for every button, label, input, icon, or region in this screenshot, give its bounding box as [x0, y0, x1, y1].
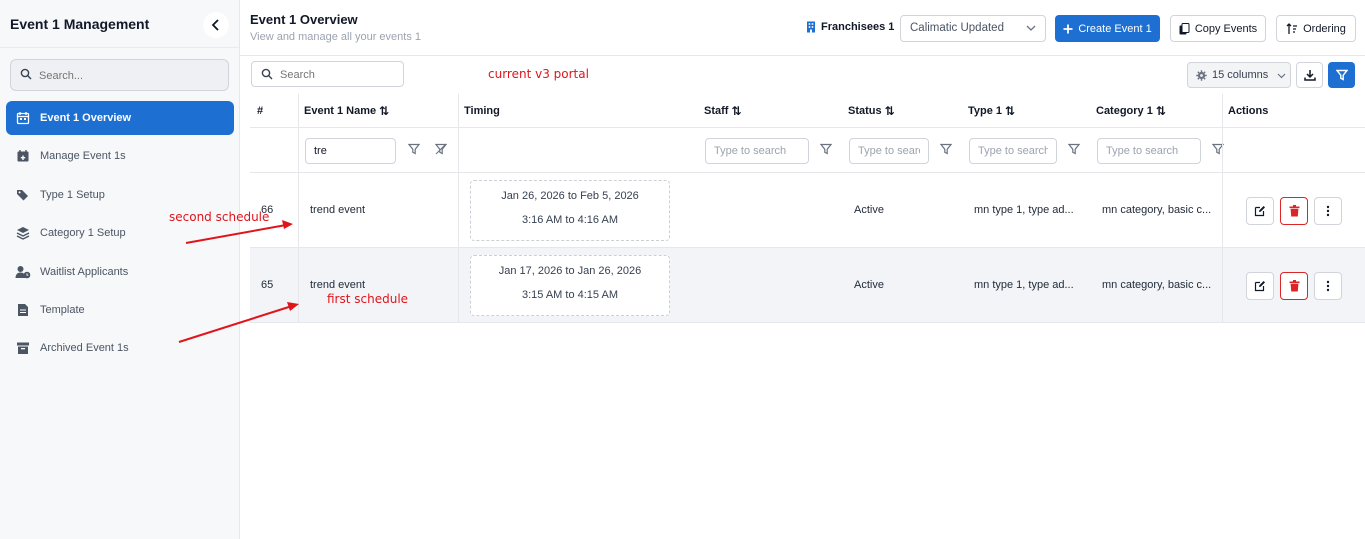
arrow-head-icon — [287, 302, 299, 311]
annotation-arrow — [178, 305, 293, 343]
annotation-arrow — [185, 224, 287, 244]
app-root: Event 1 Management Event 1 Overview Mana… — [0, 0, 1365, 539]
annotation-arrows — [178, 220, 299, 343]
arrow-head-icon — [282, 220, 293, 229]
